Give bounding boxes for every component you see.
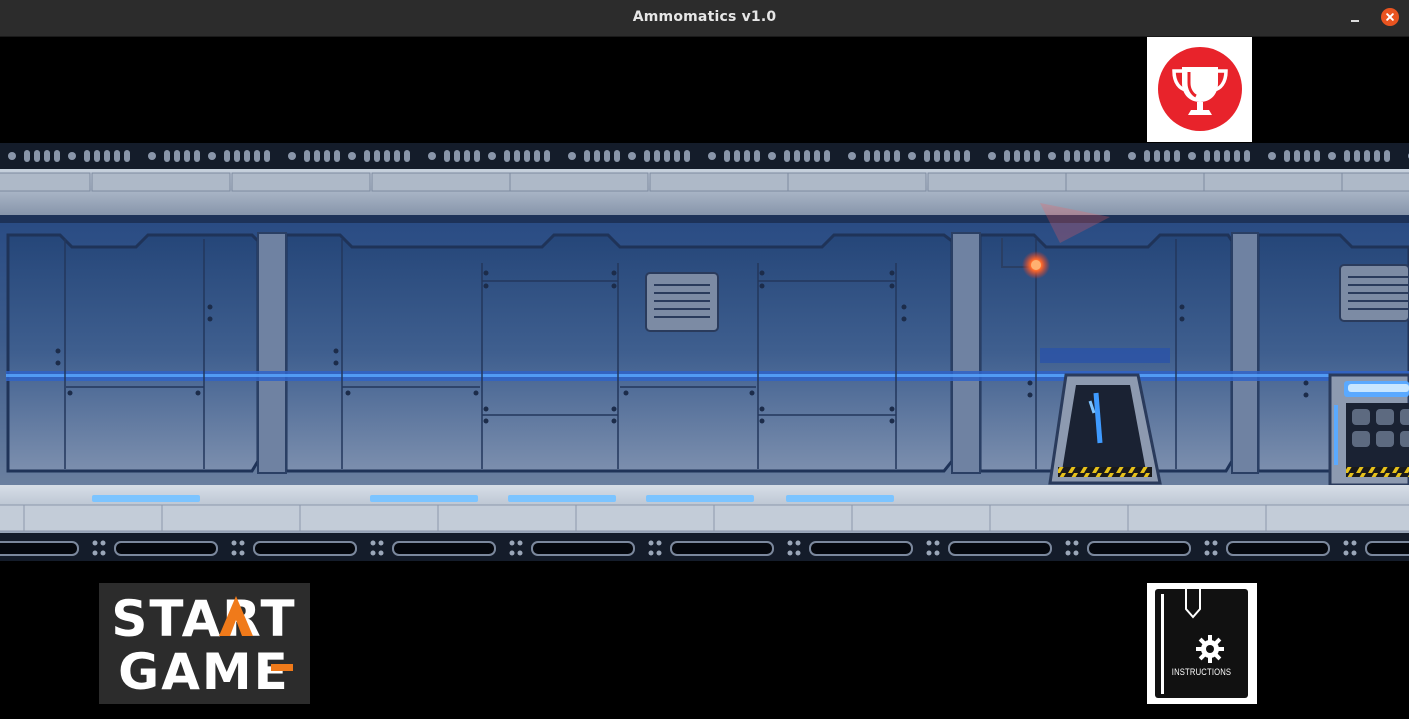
- close-button[interactable]: [1381, 8, 1399, 26]
- bookmark-icon: [1185, 589, 1201, 619]
- instructions-button[interactable]: INSTRUCTIONS: [1147, 583, 1257, 704]
- gear-icon: [1196, 635, 1224, 663]
- trophy-icon: [1172, 67, 1228, 115]
- instructions-label: INSTRUCTIONS: [1171, 667, 1232, 677]
- window-title: Ammomatics v1.0: [632, 9, 777, 25]
- leaderboard-button[interactable]: [1147, 37, 1252, 142]
- start-game-button[interactable]: START GAME: [99, 583, 310, 704]
- corridor-scene: [0, 143, 1409, 561]
- accent-e-bar: [271, 664, 293, 671]
- title-bar: Ammomatics v1.0: [0, 0, 1409, 37]
- trophy-badge: [1158, 47, 1242, 131]
- minimize-button[interactable]: [1346, 9, 1364, 27]
- svg-text:START: START: [111, 590, 296, 648]
- svg-text:GAME: GAME: [118, 643, 290, 701]
- book-icon: [1155, 589, 1248, 698]
- start-game-logo: START GAME: [111, 590, 296, 701]
- book-spine: [1161, 594, 1164, 694]
